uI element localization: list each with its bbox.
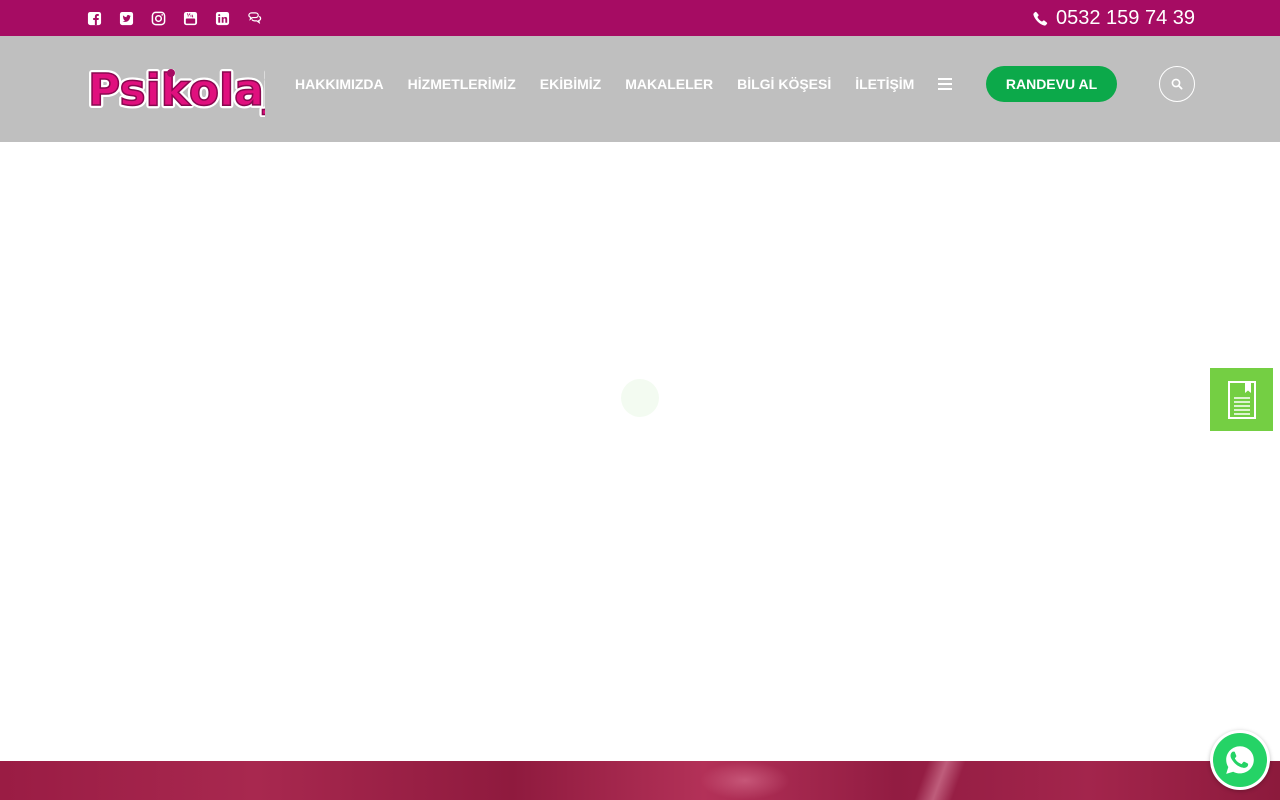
top-bar: 0532 159 74 39 [0, 0, 1280, 36]
search-button[interactable] [1159, 66, 1195, 102]
randevu-button[interactable]: RANDEVU AL [986, 66, 1117, 102]
youtube-icon[interactable] [181, 9, 199, 27]
menu-icon[interactable] [938, 78, 953, 90]
side-document-tab[interactable] [1210, 368, 1273, 431]
social-links [85, 9, 263, 27]
phone-contact[interactable]: 0532 159 74 39 [1033, 7, 1195, 29]
search-icon [1171, 78, 1183, 90]
svg-text:Psikolaj: Psikolaj [88, 65, 265, 116]
nav-articles[interactable]: MAKALELER [613, 74, 725, 94]
chat-icon[interactable] [245, 9, 263, 27]
linkedin-icon[interactable] [213, 9, 231, 27]
loading-spinner [621, 379, 659, 417]
whatsapp-button[interactable] [1210, 730, 1270, 790]
instagram-icon[interactable] [149, 9, 167, 27]
facebook-icon[interactable] [85, 9, 103, 27]
nav-about[interactable]: HAKKIMIZDA [283, 74, 396, 94]
whatsapp-icon [1226, 746, 1254, 774]
phone-icon [1033, 11, 1048, 26]
main-navigation: HAKKIMIZDA HİZMETLERİMİZ EKİBİMİZ MAKALE… [283, 74, 953, 94]
hero-image-strip [0, 761, 1280, 800]
main-content [0, 142, 1280, 761]
main-header: Psikolaj Psikolaj HAKKIMIZDA HİZMETLERİM… [0, 36, 1280, 142]
nav-services[interactable]: HİZMETLERİMİZ [396, 74, 528, 94]
phone-number: 0532 159 74 39 [1055, 7, 1195, 29]
site-logo[interactable]: Psikolaj Psikolaj [85, 61, 282, 119]
document-icon [1227, 380, 1256, 419]
nav-team[interactable]: EKİBİMİZ [528, 74, 613, 94]
nav-contact[interactable]: İLETİŞİM [843, 74, 926, 94]
twitter-icon[interactable] [117, 9, 135, 27]
nav-info[interactable]: BİLGİ KÖŞESİ [725, 74, 843, 94]
